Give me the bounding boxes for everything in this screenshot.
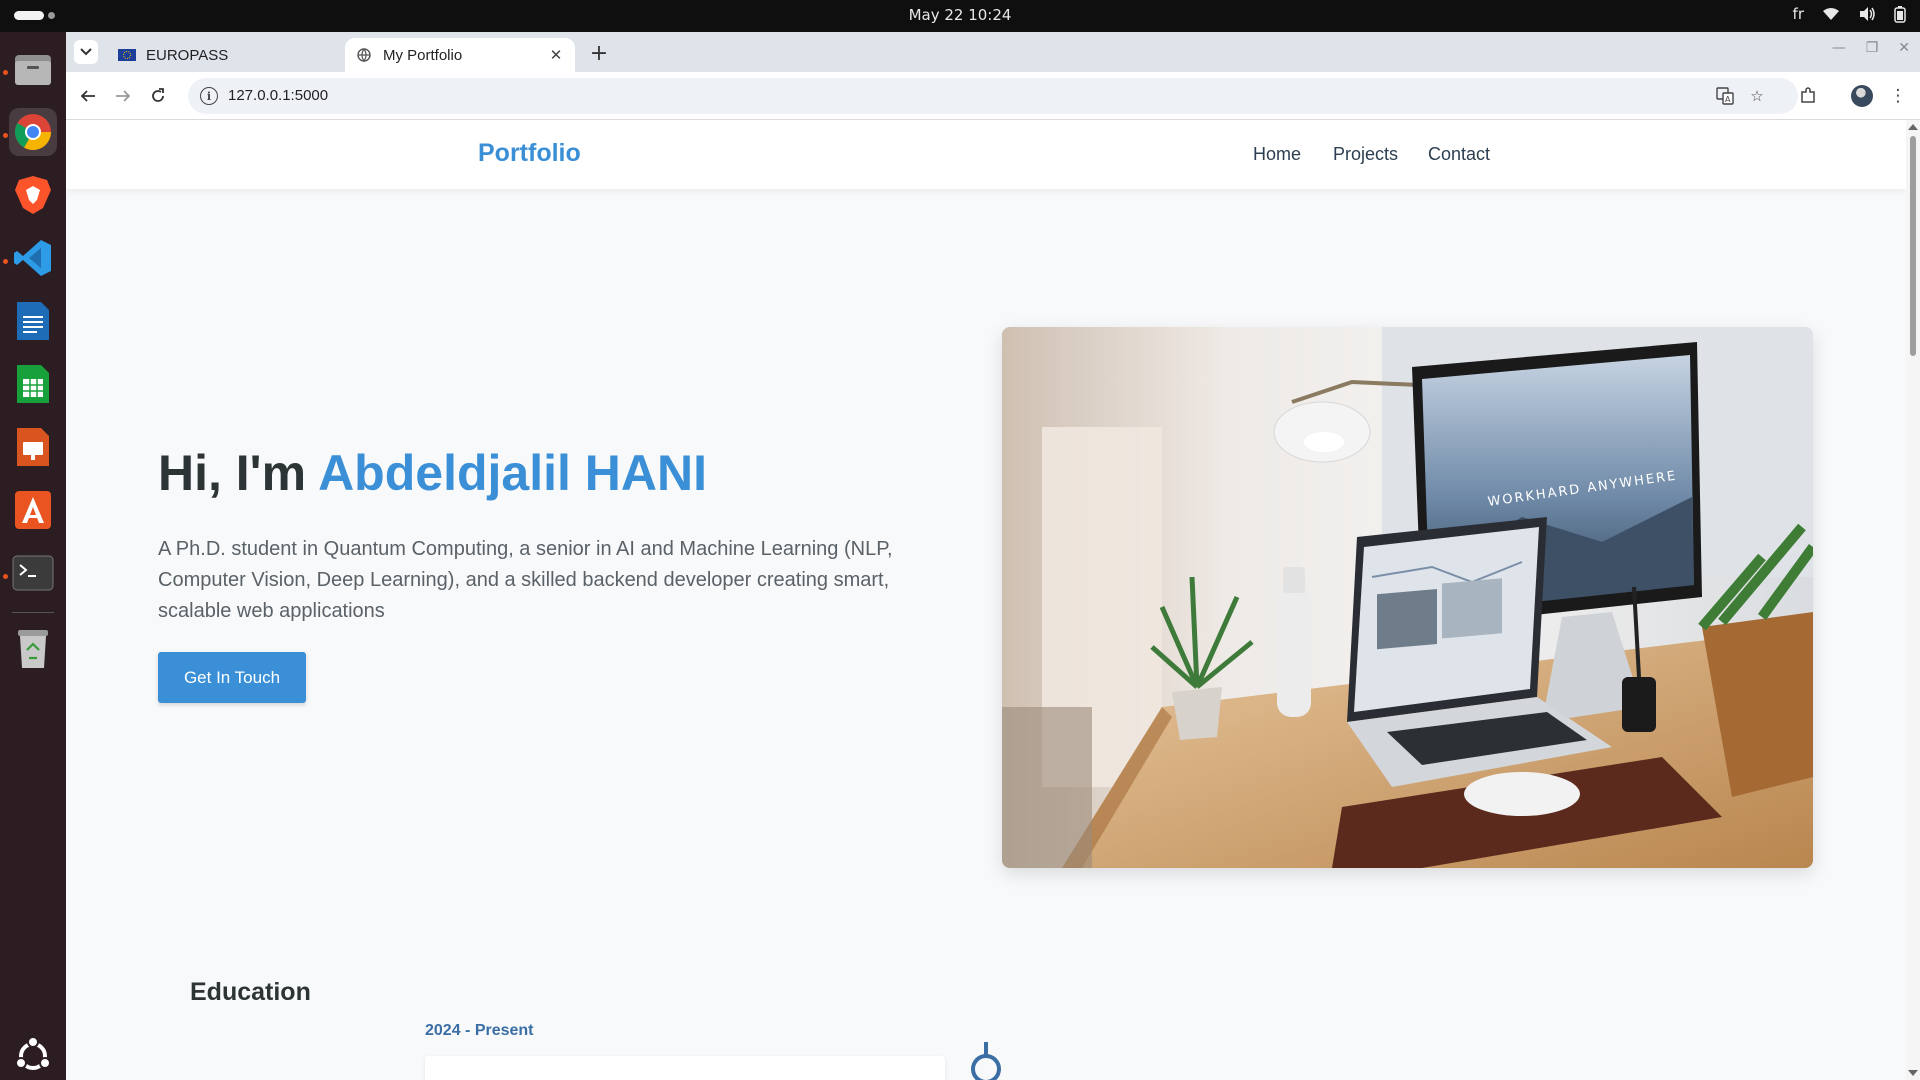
extensions-icon[interactable] [1796, 84, 1820, 108]
keyboard-layout-indicator[interactable]: fr [1793, 5, 1804, 23]
address-bar[interactable]: i 127.0.0.1:5000 A ☆ [188, 78, 1798, 114]
globe-icon [355, 48, 373, 62]
running-indicator [3, 574, 8, 579]
terminal-icon[interactable] [9, 549, 57, 597]
writer-icon[interactable] [9, 297, 57, 345]
show-apps-icon[interactable] [9, 1032, 57, 1080]
svg-text:A: A [1725, 95, 1731, 104]
system-clock[interactable]: May 22 10:24 [0, 6, 1920, 24]
system-tray[interactable]: fr [1793, 5, 1906, 23]
tab-search-button[interactable] [74, 40, 98, 64]
education-heading: Education [190, 978, 311, 1006]
more-menu-icon[interactable]: ⋮ [1886, 84, 1910, 108]
volume-icon[interactable] [1858, 6, 1876, 22]
tab-europass[interactable]: EUROPASS ✕ [108, 38, 378, 72]
running-indicator [3, 70, 8, 75]
scroll-down-arrow[interactable] [1908, 1070, 1918, 1076]
window-controls: — ❐ ✕ [1832, 40, 1910, 56]
hero-image: WORKHARD ANYWHERE [1002, 327, 1813, 868]
minimize-icon[interactable]: — [1832, 40, 1846, 56]
back-icon[interactable] [76, 84, 100, 108]
timeline-node [971, 1054, 1001, 1080]
hero-description: A Ph.D. student in Quantum Computing, a … [158, 538, 893, 622]
maximize-icon[interactable]: ❐ [1866, 40, 1879, 56]
translate-icon[interactable]: A [1716, 87, 1734, 105]
brave-icon[interactable] [9, 171, 57, 219]
site-info-icon[interactable]: i [200, 87, 218, 105]
nav-link-contact[interactable]: Contact [1428, 144, 1490, 165]
nav-link-projects[interactable]: Projects [1333, 144, 1398, 165]
hero-name: Abdeldjalil HANI [318, 445, 707, 501]
tab-my-portfolio[interactable]: My Portfolio ✕ [345, 38, 575, 72]
tab-title: My Portfolio [383, 46, 463, 64]
files-icon[interactable] [9, 45, 57, 93]
scrollbar-thumb[interactable] [1910, 136, 1916, 356]
bookmark-star-icon[interactable]: ☆ [1748, 87, 1766, 105]
scroll-up-arrow[interactable] [1908, 124, 1918, 130]
browser-toolbar: i 127.0.0.1:5000 A ☆ ⋮ [66, 72, 1920, 120]
close-window-icon[interactable]: ✕ [1898, 40, 1910, 56]
reload-icon[interactable] [146, 84, 170, 108]
page-scrollbar[interactable] [1906, 120, 1920, 1080]
running-indicator [3, 133, 8, 138]
dock [0, 32, 66, 1080]
hero-title: Hi, I'm Abdeldjalil HANI [158, 444, 707, 502]
tab-title: EUROPASS [146, 46, 229, 64]
app-center-icon[interactable] [9, 486, 57, 534]
dock-separator [12, 612, 54, 613]
battery-icon[interactable] [1894, 5, 1906, 23]
browser-window: EUROPASS ✕ My Portfolio ✕ + — ❐ ✕ i 1 [66, 32, 1920, 1080]
tab-strip: EUROPASS ✕ My Portfolio ✕ + — ❐ ✕ [66, 32, 1920, 72]
education-card [425, 1056, 945, 1080]
site-navbar: Portfolio Home Projects Contact [66, 120, 1906, 189]
nav-link-home[interactable]: Home [1253, 144, 1301, 165]
new-tab-button[interactable]: + [586, 40, 612, 66]
wifi-icon[interactable] [1822, 7, 1840, 21]
page-viewport: Portfolio Home Projects Contact Hi, I'm … [66, 120, 1906, 1080]
chevron-down-icon [80, 48, 92, 56]
vscode-icon[interactable] [9, 234, 57, 282]
eu-flag-icon [118, 48, 136, 62]
system-top-bar: May 22 10:24 fr [0, 0, 1920, 32]
forward-icon[interactable] [111, 84, 135, 108]
profile-avatar[interactable] [1851, 85, 1873, 107]
url-text[interactable]: 127.0.0.1:5000 [228, 87, 328, 104]
site-brand[interactable]: Portfolio [478, 139, 581, 168]
get-in-touch-button[interactable]: Get In Touch [158, 652, 306, 703]
education-date: 2024 - Present [425, 1022, 534, 1039]
close-icon[interactable]: ✕ [547, 46, 565, 64]
calc-icon[interactable] [9, 360, 57, 408]
chrome-icon[interactable] [9, 108, 57, 156]
impress-icon[interactable] [9, 423, 57, 471]
running-indicator [3, 259, 8, 264]
trash-icon[interactable] [9, 625, 57, 673]
hero-greeting: Hi, I'm [158, 445, 319, 501]
